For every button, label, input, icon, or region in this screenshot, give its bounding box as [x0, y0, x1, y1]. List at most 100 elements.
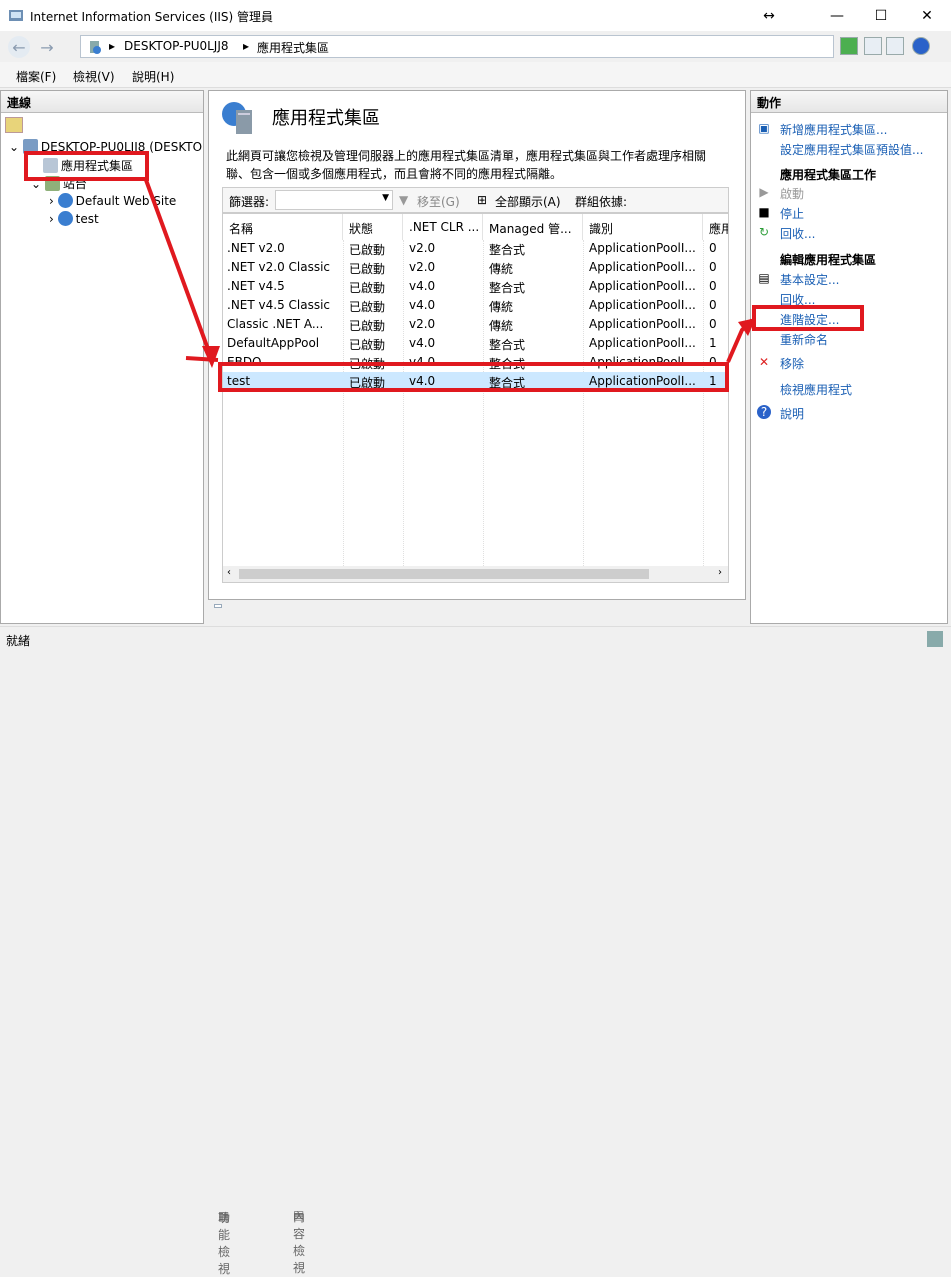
filter-bar: 篩選器: ▼ ▼ 移至(G) ⊞ 全部顯示(A) 群組依據:: [222, 187, 729, 213]
show-all-button[interactable]: 全部顯示(A): [495, 193, 561, 210]
help-icon[interactable]: [912, 37, 930, 55]
col-pipeline[interactable]: Managed 管...: [483, 214, 583, 240]
server-icon: [90, 41, 101, 54]
basic-settings-icon: ▤: [758, 271, 770, 285]
col-clr[interactable]: .NET CLR ...: [403, 214, 483, 240]
menu-help[interactable]: 說明(H): [132, 68, 174, 85]
help-icon: ?: [757, 405, 771, 419]
app-pool-grid: 名稱 狀態 .NET CLR ... Managed 管... 識別 應用 .N…: [222, 213, 729, 583]
expand-chevron-icon[interactable]: ›: [49, 212, 54, 226]
menu-view[interactable]: 檢視(V): [73, 68, 115, 85]
breadcrumb-server[interactable]: DESKTOP-PU0LJJ8: [124, 39, 229, 53]
filter-input[interactable]: ▼: [275, 190, 393, 210]
edit-heading: 編輯應用程式集區: [780, 253, 877, 267]
address-bar: ← → ▸ DESKTOP-PU0LJJ8 ▸ 應用程式集區: [0, 31, 951, 62]
action-set-defaults[interactable]: 設定應用程式集區預設值...: [780, 141, 923, 158]
breadcrumb-sep-icon: ▸: [109, 39, 116, 53]
expand-chevron-icon[interactable]: ›: [49, 194, 54, 208]
table-row[interactable]: .NET v2.0 已啟動 v2.0 整合式 ApplicationPoolI.…: [223, 239, 728, 258]
row-name: .NET v4.5: [227, 279, 285, 293]
scroll-left-icon[interactable]: ‹: [227, 567, 231, 578]
back-button[interactable]: ←: [8, 36, 30, 58]
dropdown-arrow-icon[interactable]: ▼: [382, 193, 389, 203]
page-description: 此網頁可讓您檢視及管理伺服器上的應用程式集區清單，應用程式集區與工作者處理序相關…: [226, 149, 707, 181]
window-title: Internet Information Services (IIS) 管理員: [30, 10, 274, 24]
row-identity: ApplicationPoolI...: [589, 298, 696, 312]
action-rename[interactable]: 重新命名: [780, 331, 828, 348]
table-row[interactable]: .NET v4.5 已啟動 v4.0 整合式 ApplicationPoolI.…: [223, 277, 728, 296]
globe-icon: [57, 193, 73, 208]
recycle-icon: ↻: [758, 225, 770, 239]
action-basic-settings[interactable]: 基本設定...: [780, 271, 839, 288]
connect-icon[interactable]: [5, 117, 23, 133]
restore-arrows-icon[interactable]: ↔: [746, 0, 792, 31]
connections-title: 連線: [1, 91, 203, 113]
action-view-apps[interactable]: 檢視應用程式: [780, 381, 852, 398]
row-clr: v2.0: [409, 260, 436, 274]
scroll-right-icon[interactable]: ›: [718, 567, 722, 578]
row-apps: 0: [709, 260, 717, 274]
tree-site-test[interactable]: › test: [49, 211, 99, 229]
breadcrumb-sep-icon: ▸: [243, 39, 250, 53]
action-help[interactable]: 說明: [780, 405, 804, 422]
close-button[interactable]: ✕: [904, 0, 950, 31]
refresh-icon[interactable]: [840, 37, 858, 55]
action-recycle[interactable]: 回收...: [780, 225, 815, 242]
forward-button[interactable]: →: [36, 36, 58, 58]
goto-button[interactable]: 移至(G): [417, 193, 460, 210]
row-clr: v2.0: [409, 241, 436, 255]
col-status[interactable]: 狀態: [343, 214, 403, 240]
tree-site-default[interactable]: › Default Web Site: [49, 193, 176, 211]
status-bar: 就緒: [0, 626, 951, 650]
row-status: 已啟動: [349, 300, 386, 314]
row-clr: v4.0: [409, 279, 436, 293]
col-identity[interactable]: 識別: [583, 214, 703, 240]
breadcrumb-app-pools[interactable]: 應用程式集區: [257, 39, 329, 56]
col-apps[interactable]: 應用: [703, 214, 728, 240]
row-pipeline: 整合式: [489, 281, 526, 295]
address-field[interactable]: ▸ DESKTOP-PU0LJJ8 ▸ 應用程式集區: [80, 35, 834, 58]
row-identity: ApplicationPoolI...: [589, 336, 696, 350]
app-pools-large-icon: [222, 102, 252, 134]
collapse-chevron-icon[interactable]: ⌄: [9, 140, 19, 154]
actions-title: 動作: [751, 91, 947, 113]
row-status: 已啟動: [349, 243, 386, 257]
scroll-thumb[interactable]: [239, 569, 649, 579]
home-icon[interactable]: [886, 37, 904, 55]
annotation-box-app-pools: [24, 151, 149, 181]
menu-bar: 檔案(F) 檢視(V) 說明(H): [0, 62, 951, 88]
row-pipeline: 傳統: [489, 319, 514, 333]
table-row[interactable]: .NET v2.0 Classic 已啟動 v2.0 傳統 Applicatio…: [223, 258, 728, 277]
minimize-button[interactable]: —: [814, 0, 860, 31]
row-clr: v4.0: [409, 298, 436, 312]
table-row[interactable]: Classic .NET A... 已啟動 v2.0 傳統 Applicatio…: [223, 315, 728, 334]
row-status: 已啟動: [349, 281, 386, 295]
row-name: DefaultAppPool: [227, 336, 320, 350]
row-apps: 0: [709, 298, 717, 312]
group-by-label[interactable]: 群組依據:: [575, 193, 627, 210]
row-status: 已啟動: [349, 262, 386, 276]
stop-icon: ■: [758, 205, 770, 219]
annotation-box-test-row: [218, 362, 729, 392]
menu-file[interactable]: 檔案(F): [16, 68, 56, 85]
row-apps: 0: [709, 279, 717, 293]
stop-icon[interactable]: [864, 37, 882, 55]
row-identity: ApplicationPoolI...: [589, 241, 696, 255]
action-add-pool[interactable]: 新增應用程式集區...: [780, 121, 887, 138]
row-status: 已啟動: [349, 319, 386, 333]
action-stop[interactable]: 停止: [780, 205, 804, 222]
col-name[interactable]: 名稱: [223, 214, 343, 240]
row-pipeline: 整合式: [489, 243, 526, 257]
row-identity: ApplicationPoolI...: [589, 279, 696, 293]
horizontal-scrollbar[interactable]: ‹ ›: [223, 566, 728, 582]
tab-features-view[interactable]: ▦ 功能檢視: [214, 604, 230, 1276]
maximize-button[interactable]: ☐: [858, 0, 904, 31]
action-remove[interactable]: 移除: [780, 355, 804, 372]
action-start[interactable]: 啟動: [780, 185, 804, 202]
row-pipeline: 傳統: [489, 262, 514, 276]
table-row[interactable]: DefaultAppPool 已啟動 v4.0 整合式 ApplicationP…: [223, 334, 728, 353]
row-identity: ApplicationPoolI...: [589, 317, 696, 331]
table-row[interactable]: .NET v4.5 Classic 已啟動 v4.0 傳統 Applicatio…: [223, 296, 728, 315]
row-identity: ApplicationPoolI...: [589, 260, 696, 274]
title-bar: Internet Information Services (IIS) 管理員 …: [0, 0, 951, 31]
